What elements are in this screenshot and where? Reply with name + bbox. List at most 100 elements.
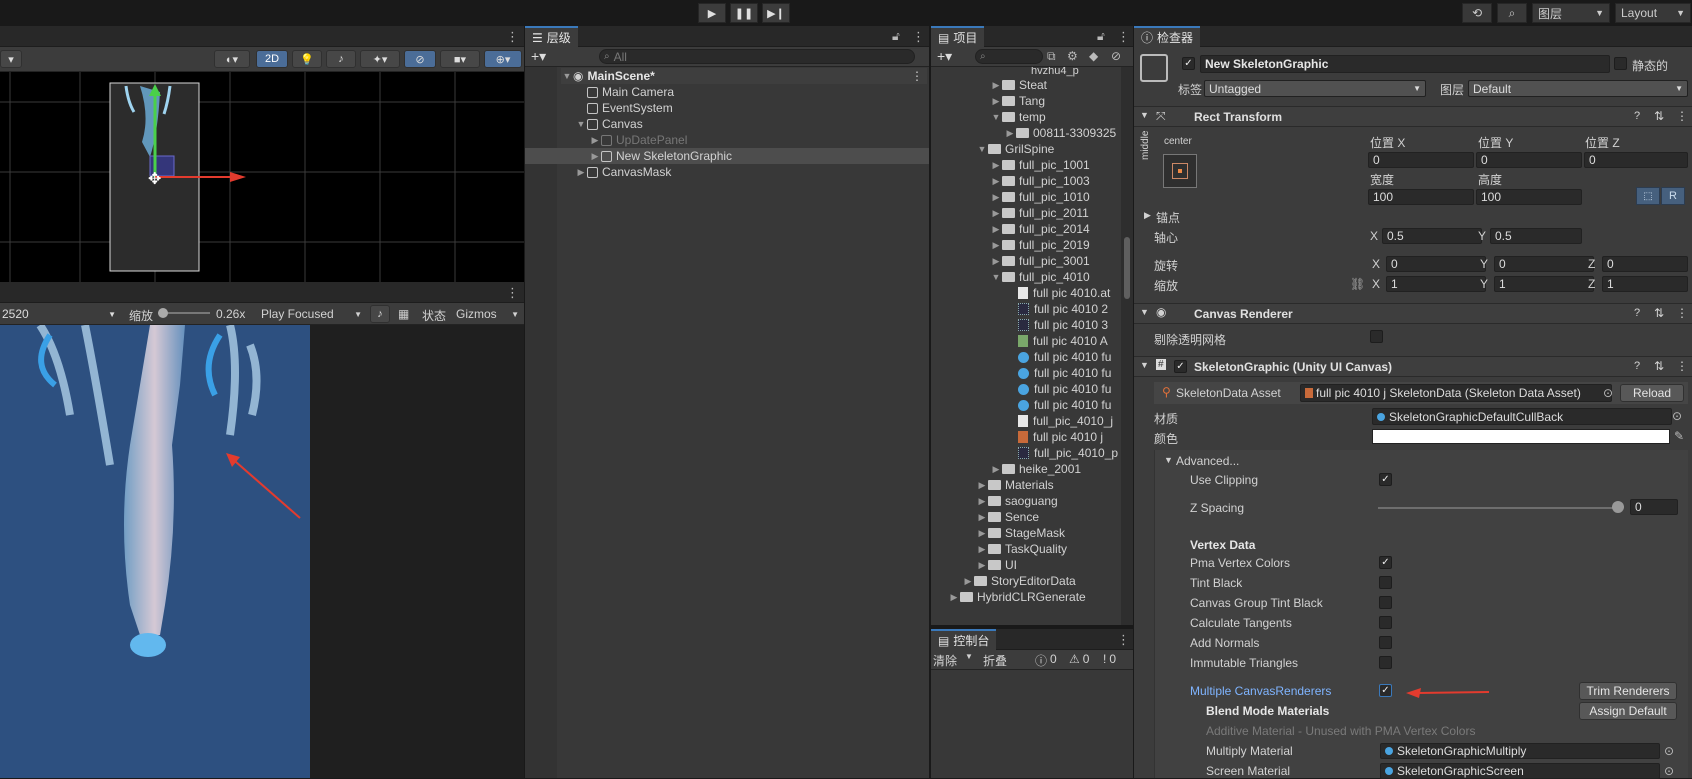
project-item[interactable]: ▶ Tang (990, 93, 1046, 109)
eyedropper-icon[interactable]: ✎ (1674, 429, 1684, 443)
pivot-x-input[interactable]: 0.5 (1382, 228, 1482, 244)
skeleton-data-field[interactable]: full pic 4010 j SkeletonData (Skeleton D… (1300, 384, 1612, 402)
project-item[interactable]: full pic 4010 fu (1018, 397, 1111, 413)
project-item[interactable]: ▶ full_pic_2019 (990, 237, 1090, 253)
add-button[interactable]: +▾ (531, 48, 546, 65)
object-picker-icon[interactable]: ⊙ (1603, 386, 1613, 400)
object-name-input[interactable]: New SkeletonGraphic (1200, 55, 1610, 73)
cull-transparent-mesh-checkbox[interactable] (1370, 330, 1383, 343)
project-scrollbar[interactable] (1121, 67, 1133, 625)
component-enabled-checkbox[interactable]: ✓ (1174, 360, 1187, 373)
hidden-packages-icon[interactable]: ⊘ (1111, 49, 1121, 63)
warning-counter[interactable]: ⚠ 0 (1069, 652, 1089, 666)
history-icon[interactable]: ⟲ (1462, 3, 1492, 23)
project-item[interactable]: full pic 4010 2 (1018, 301, 1108, 317)
tree-item-new-skeletongraphic[interactable]: ▶ New SkeletonGraphic (589, 148, 733, 164)
help-icon[interactable]: ? (1634, 307, 1640, 319)
anchors-foldout[interactable]: 锚点 (1156, 209, 1180, 226)
camera-icon[interactable]: ■▾ (440, 50, 480, 68)
trim-renderers-button[interactable]: Trim Renderers (1579, 682, 1677, 700)
z-spacing-slider-handle[interactable] (1612, 501, 1624, 513)
project-item[interactable]: full pic 4010.at (1018, 285, 1110, 301)
tab-console[interactable]: ▤ 控制台 (931, 629, 997, 650)
tree-item-canvas[interactable]: ▼ Canvas (575, 116, 643, 132)
project-item[interactable]: ▶ 00811-3309325 (1004, 125, 1117, 141)
gizmos-icon[interactable]: ⊕▾ (484, 50, 522, 68)
presets-icon[interactable]: ⇅ (1654, 306, 1664, 320)
search-icon[interactable]: ⌕ (1497, 3, 1527, 23)
scrollbar-thumb[interactable] (1124, 237, 1130, 299)
color-swatch[interactable] (1372, 429, 1670, 444)
tree-item-updatepanel[interactable]: ▶ UpDatePanel (589, 132, 688, 148)
hierarchy-search-input[interactable]: ⌕ All (599, 49, 915, 64)
project-item[interactable]: ▶ StoryEditorData (962, 573, 1076, 589)
shading-mode-icon[interactable]: ◐▾ (214, 50, 250, 68)
lock-icon[interactable]: 🔓︎ (892, 29, 900, 44)
label-icon[interactable]: ◆ (1089, 49, 1098, 63)
effects-icon[interactable]: ✦▾ (360, 50, 400, 68)
project-item[interactable]: ▶ Materials (976, 477, 1054, 493)
more-menu-icon[interactable]: ⋮ (1676, 306, 1688, 320)
project-item[interactable]: ▶ full_pic_2014 (990, 221, 1090, 237)
more-menu-icon[interactable]: ⋮ (912, 30, 925, 43)
grid-icon[interactable]: ▦ (398, 307, 409, 321)
clear-button[interactable]: 清除 ▼ (933, 652, 973, 669)
project-item[interactable]: ▶ full_pic_1001 (990, 157, 1090, 173)
scale-y-input[interactable]: 1 (1494, 276, 1594, 292)
help-icon[interactable]: ? (1634, 110, 1640, 122)
add-button[interactable]: +▾ (937, 48, 952, 65)
z-spacing-slider-track[interactable] (1378, 507, 1618, 509)
screen-material-field[interactable]: SkeletonGraphicScreen (1380, 763, 1660, 779)
tab-project[interactable]: ▤ 项目 (931, 26, 985, 47)
game-viewport[interactable] (0, 325, 524, 778)
tag-dropdown[interactable]: Untagged ▼ (1204, 80, 1426, 97)
more-menu-icon[interactable]: ⋮ (1676, 359, 1688, 373)
layout-dropdown[interactable]: Layout ▼ (1615, 3, 1691, 23)
project-item[interactable]: ▶ full_pic_3001 (990, 253, 1090, 269)
search-by-type-icon[interactable]: ⧉ (1047, 49, 1056, 64)
link-icon[interactable]: ⛓ (1350, 277, 1365, 291)
project-item[interactable]: full_pic_4010_j (1018, 413, 1113, 429)
tab-inspector[interactable]: ⓘ 检查器 (1134, 26, 1201, 47)
zoom-slider-handle[interactable] (158, 308, 168, 318)
project-item[interactable]: full pic 4010 fu (1018, 349, 1111, 365)
scale-x-input[interactable]: 1 (1386, 276, 1486, 292)
tab-hierarchy[interactable]: ☰ 层级 (525, 26, 578, 47)
more-menu-icon[interactable]: ⋮ (506, 286, 519, 299)
stats-button[interactable]: 状态 (422, 307, 446, 324)
anchor-presets-button[interactable] (1163, 154, 1197, 188)
tint-black-checkbox[interactable] (1379, 576, 1392, 589)
pos-z-input[interactable]: 0 (1584, 152, 1688, 168)
active-checkbox[interactable]: ✓ (1182, 57, 1195, 70)
step-button[interactable]: ▶❙ (762, 3, 790, 23)
filter-icon[interactable]: ⚙ (1067, 49, 1078, 63)
visibility-icon[interactable]: ⊘ (404, 50, 436, 68)
gizmos-dropdown[interactable]: Gizmos ▼ (456, 305, 522, 323)
project-item[interactable]: full pic 4010 fu (1018, 381, 1111, 397)
canvas-renderer-header[interactable]: ▼ ◉ Canvas Renderer ? ⇅ ⋮ (1134, 303, 1692, 324)
project-item[interactable]: ▶ HybridCLRGenerate (948, 589, 1086, 605)
project-item[interactable]: full pic 4010 fu (1018, 365, 1111, 381)
object-picker-icon[interactable]: ⊙ (1664, 744, 1674, 758)
raw-edit-button[interactable]: R (1661, 187, 1685, 205)
project-item[interactable]: ▶ heike_2001 (990, 461, 1082, 477)
rot-x-input[interactable]: 0 (1386, 256, 1486, 272)
multiple-canvas-renderers-checkbox[interactable]: ✓ (1379, 684, 1392, 697)
layers-dropdown[interactable]: 图层 ▼ (1532, 3, 1610, 23)
scene-viewport[interactable]: ✥ (0, 72, 524, 282)
project-item[interactable]: ▶ Sence (976, 509, 1040, 525)
project-item[interactable]: ▶ saoguang (976, 493, 1058, 509)
more-menu-icon[interactable]: ⋮ (911, 69, 923, 83)
object-picker-icon[interactable]: ⊙ (1664, 764, 1674, 778)
add-normals-checkbox[interactable] (1379, 636, 1392, 649)
lighting-icon[interactable]: 💡 (292, 50, 322, 68)
advanced-foldout[interactable]: Advanced... (1176, 454, 1239, 468)
layer-dropdown[interactable]: Default ▼ (1468, 80, 1688, 97)
more-menu-icon[interactable]: ⋮ (1117, 30, 1130, 43)
resolution-dropdown[interactable]: 2520 ▼ (0, 305, 120, 323)
info-counter[interactable]: ⓘ 0 (1035, 652, 1057, 669)
project-item[interactable]: ▶ full_pic_2011 (990, 205, 1089, 221)
more-menu-icon[interactable]: ⋮ (1117, 633, 1130, 646)
immutable-triangles-checkbox[interactable] (1379, 656, 1392, 669)
calculate-tangents-checkbox[interactable] (1379, 616, 1392, 629)
